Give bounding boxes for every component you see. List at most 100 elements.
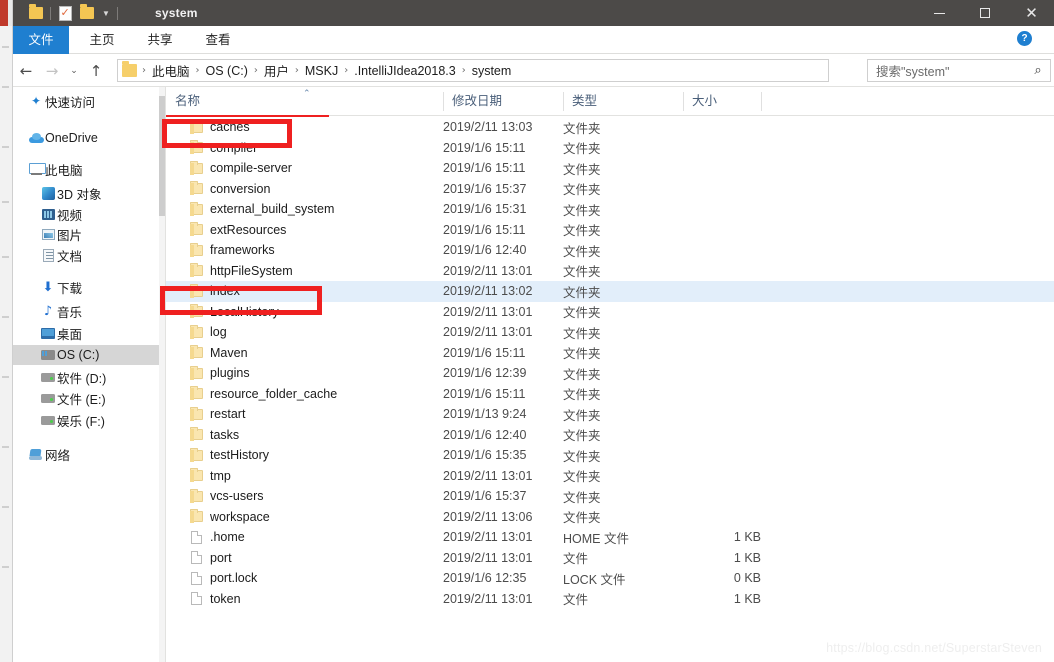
column-header-date-modified[interactable]: 修改日期 xyxy=(443,87,563,116)
tab-home[interactable]: 主页 xyxy=(79,26,125,54)
file-list[interactable]: caches 2019/2/11 13:03 文件夹 compiler 2019/1/6… xyxy=(166,117,1054,662)
file-name-cell[interactable]: resource_folder_cache xyxy=(186,384,337,405)
sidebar-item-3d-objects[interactable]: 3D 对象 xyxy=(13,183,165,203)
sidebar-item-label: 网络 xyxy=(45,448,71,463)
file-name-cell[interactable]: workspace xyxy=(186,507,270,528)
table-row[interactable]: external_build_system 2019/1/6 15:31 文件夹 xyxy=(166,199,1054,220)
sidebar-item-videos[interactable]: 视频 xyxy=(13,204,165,224)
file-name-cell[interactable]: tasks xyxy=(186,425,239,446)
folder-icon[interactable] xyxy=(25,0,47,26)
back-button[interactable]: ← xyxy=(13,55,39,86)
file-name-cell[interactable]: testHistory xyxy=(186,445,269,466)
breadcrumb-item-os-c[interactable]: OS (C:) xyxy=(203,64,251,78)
breadcrumb-item-mskj[interactable]: MSKJ xyxy=(302,64,341,78)
sidebar-item-quick-access[interactable]: ✦ 快速访问 xyxy=(13,91,165,111)
documents-icon xyxy=(39,245,57,265)
file-name-cell[interactable]: conversion xyxy=(186,179,270,200)
table-row[interactable]: restart 2019/1/13 9:24 文件夹 xyxy=(166,404,1054,425)
file-name-cell[interactable]: Maven xyxy=(186,343,248,364)
table-row[interactable]: conversion 2019/1/6 15:37 文件夹 xyxy=(166,179,1054,200)
table-row[interactable]: .home 2019/2/11 13:01 HOME 文件 1 KB xyxy=(166,527,1054,548)
file-name-cell[interactable]: .home xyxy=(186,527,245,548)
quick-access-toolbar: ▼ xyxy=(25,0,121,26)
file-name-cell[interactable]: extResources xyxy=(186,220,286,241)
folder-icon xyxy=(186,220,206,241)
table-row[interactable]: vcs-users 2019/1/6 15:37 文件夹 xyxy=(166,486,1054,507)
tab-file[interactable]: 文件 xyxy=(13,26,69,54)
sidebar-item-documents[interactable]: 文档 xyxy=(13,245,165,265)
table-row[interactable]: tmp 2019/2/11 13:01 文件夹 xyxy=(166,466,1054,487)
breadcrumb-item-this-pc[interactable]: 此电脑 xyxy=(149,61,193,80)
table-row[interactable]: plugins 2019/1/6 12:39 文件夹 xyxy=(166,363,1054,384)
window-controls: ✕ xyxy=(916,0,1054,26)
file-name-cell[interactable]: external_build_system xyxy=(186,199,334,220)
sidebar-item-this-pc[interactable]: 此电脑 xyxy=(13,159,165,179)
column-divider[interactable] xyxy=(761,92,762,111)
table-row[interactable]: httpFileSystem 2019/2/11 13:01 文件夹 xyxy=(166,261,1054,282)
file-name-cell[interactable]: plugins xyxy=(186,363,250,384)
tab-share[interactable]: 共享 xyxy=(137,26,183,54)
sidebar-item-network[interactable]: 网络 xyxy=(13,444,165,464)
folder-icon xyxy=(186,261,206,282)
forward-button[interactable]: → xyxy=(39,55,65,86)
file-name-cell[interactable]: log xyxy=(186,322,227,343)
table-row[interactable]: resource_folder_cache 2019/1/6 15:11 文件夹 xyxy=(166,384,1054,405)
column-header-size[interactable]: 大小 xyxy=(683,87,761,116)
sidebar-item-entertainment-f[interactable]: 娱乐 (F:) xyxy=(13,410,165,430)
sidebar-item-music[interactable]: ♪ 音乐 xyxy=(13,301,165,321)
background-window[interactable] xyxy=(0,0,12,662)
search-input[interactable]: 搜索"system" xyxy=(868,61,1026,80)
properties-icon[interactable] xyxy=(54,0,76,26)
search-icon[interactable]: ⌕ xyxy=(1026,59,1050,82)
breadcrumb-item-users[interactable]: 用户 xyxy=(261,61,292,80)
breadcrumb-item-intellij[interactable]: .IntelliJIdea2018.3 xyxy=(351,64,458,78)
help-button[interactable]: ? xyxy=(1017,31,1035,49)
maximize-button[interactable] xyxy=(962,0,1008,26)
sidebar-item-pictures[interactable]: 图片 xyxy=(13,224,165,244)
file-name-cell[interactable]: tmp xyxy=(186,466,231,487)
table-row[interactable]: port 2019/2/11 13:01 文件 1 KB xyxy=(166,548,1054,569)
tab-view[interactable]: 查看 xyxy=(195,26,241,54)
table-row[interactable]: port.lock 2019/1/6 12:35 LOCK 文件 0 KB xyxy=(166,568,1054,589)
file-name-cell[interactable]: compile-server xyxy=(186,158,292,179)
table-row[interactable]: workspace 2019/2/11 13:06 文件夹 xyxy=(166,507,1054,528)
table-row[interactable]: compile-server 2019/1/6 15:11 文件夹 xyxy=(166,158,1054,179)
new-folder-icon[interactable] xyxy=(76,0,98,26)
table-row[interactable]: caches 2019/2/11 13:03 文件夹 xyxy=(166,117,1054,138)
desktop-icon xyxy=(39,323,57,343)
file-name-cell[interactable]: vcs-users xyxy=(186,486,263,507)
table-row[interactable]: log 2019/2/11 13:01 文件夹 xyxy=(166,322,1054,343)
column-header-type[interactable]: 类型 xyxy=(563,87,683,116)
breadcrumb-item-system[interactable]: system xyxy=(469,64,515,78)
search-box[interactable]: 搜索"system" ⌕ xyxy=(867,59,1051,82)
sidebar-item-desktop[interactable]: 桌面 xyxy=(13,323,165,343)
column-header-name[interactable]: 名称 ⌃ xyxy=(166,87,443,116)
address-breadcrumb-bar[interactable]: › 此电脑 › OS (C:) › 用户 › MSKJ › .IntelliJI… xyxy=(117,59,829,82)
up-button[interactable]: ↑ xyxy=(83,55,109,86)
sidebar-item-software-d[interactable]: 软件 (D:) xyxy=(13,367,165,387)
sidebar-item-onedrive[interactable]: OneDrive xyxy=(13,128,165,148)
table-row[interactable]: compiler 2019/1/6 15:11 文件夹 xyxy=(166,138,1054,159)
close-button[interactable]: ✕ xyxy=(1008,0,1054,26)
table-row[interactable]: extResources 2019/1/6 15:11 文件夹 xyxy=(166,220,1054,241)
table-row[interactable]: frameworks 2019/1/6 12:40 文件夹 xyxy=(166,240,1054,261)
file-name-cell[interactable]: frameworks xyxy=(186,240,275,261)
table-row[interactable]: testHistory 2019/1/6 15:35 文件夹 xyxy=(166,445,1054,466)
table-row[interactable]: tasks 2019/1/6 12:40 文件夹 xyxy=(166,425,1054,446)
recent-locations-button[interactable]: ⌄ xyxy=(65,55,83,86)
sidebar-item-os-c[interactable]: OS (C:) xyxy=(13,345,165,365)
minimize-button[interactable] xyxy=(916,0,962,26)
file-name-cell[interactable]: token xyxy=(186,589,241,610)
file-name-cell[interactable]: restart xyxy=(186,404,245,425)
file-name-cell[interactable]: httpFileSystem xyxy=(186,261,293,282)
file-type-cell: 文件夹 xyxy=(563,306,601,321)
table-row[interactable]: Maven 2019/1/6 15:11 文件夹 xyxy=(166,343,1054,364)
table-row[interactable]: token 2019/2/11 13:01 文件 1 KB xyxy=(166,589,1054,610)
file-name-cell[interactable]: port.lock xyxy=(186,568,257,589)
file-name-cell[interactable]: port xyxy=(186,548,232,569)
sidebar-item-downloads[interactable]: ⬇ 下载 xyxy=(13,277,165,297)
chevron-down-icon[interactable]: ▼ xyxy=(98,0,114,26)
file-date-cell: 2019/1/6 15:11 xyxy=(443,386,526,401)
file-type-cell: 文件夹 xyxy=(563,367,601,382)
sidebar-item-files-e[interactable]: 文件 (E:) xyxy=(13,388,165,408)
